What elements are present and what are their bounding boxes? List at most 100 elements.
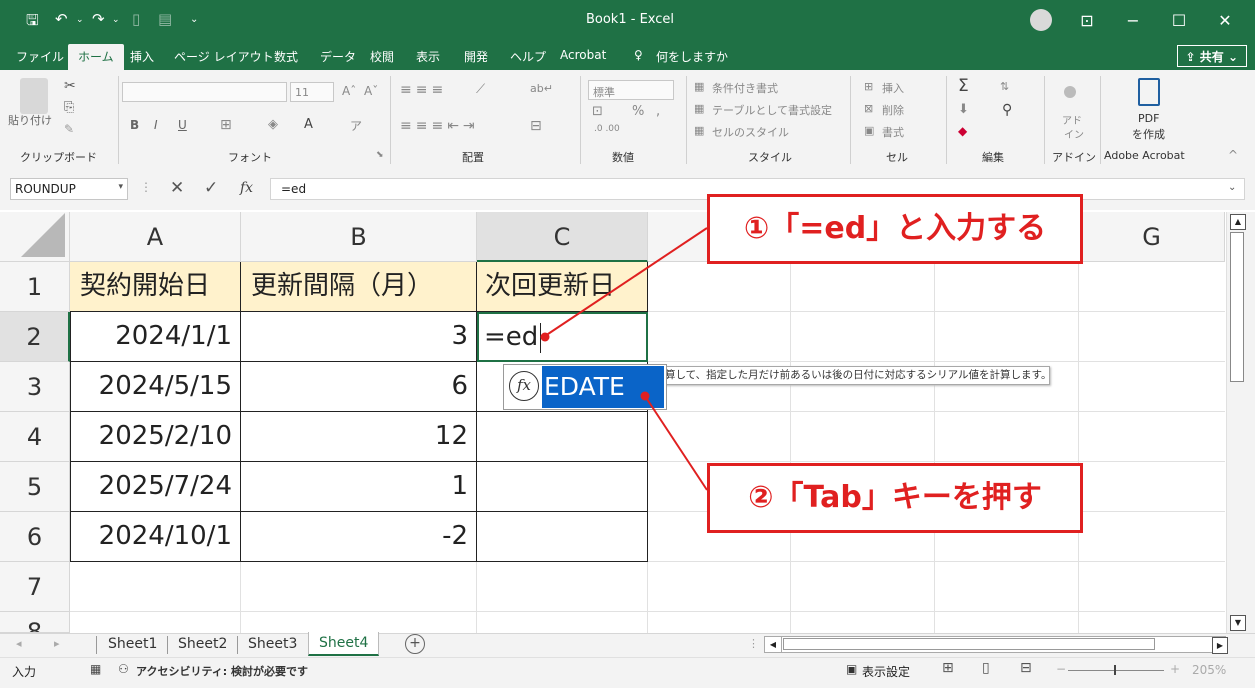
redo-icon[interactable]: ↷ [92, 10, 105, 28]
format-as-table-button[interactable]: テーブルとして書式設定 [712, 102, 832, 118]
tab-split-icon[interactable]: ⋮ [748, 637, 759, 650]
macro-record-icon[interactable]: ▦ [90, 662, 101, 676]
cancel-entry-button[interactable]: ✕ [170, 178, 184, 198]
table-format-icon[interactable]: ▦ [694, 102, 704, 115]
page-layout-view-icon[interactable]: ▯ [982, 660, 990, 676]
select-all-corner[interactable] [0, 212, 70, 262]
row-header-2[interactable]: 2 [0, 312, 70, 362]
row-header-4[interactable]: 4 [0, 412, 70, 462]
cut-icon[interactable]: ✂ [64, 78, 76, 94]
tab-formulas[interactable]: 数式 [274, 48, 298, 65]
form-icon[interactable]: ▤ [158, 10, 172, 28]
column-header-g[interactable]: G [1079, 212, 1225, 262]
zoom-in-icon[interactable]: + [1170, 662, 1180, 676]
tab-acrobat[interactable]: Acrobat [560, 48, 606, 62]
tab-developer[interactable]: 開発 [464, 48, 488, 65]
zoom-level[interactable]: 205% [1192, 663, 1226, 677]
sheet-prev-icon[interactable]: ◂ [16, 637, 22, 650]
copy-icon[interactable]: ⎘ [64, 100, 74, 115]
row-header-6[interactable]: 6 [0, 512, 70, 562]
share-button[interactable]: ⇪ 共有 ⌄ [1176, 45, 1247, 67]
sheet-tab-3[interactable]: Sheet3 [238, 633, 307, 656]
undo-dropdown-icon[interactable]: ⌄ [76, 15, 84, 25]
phonetic-icon[interactable]: ア [350, 117, 362, 134]
cell-styles-icon[interactable]: ▦ [694, 124, 704, 137]
cell-styles-button[interactable]: セルのスタイル [712, 124, 789, 140]
pdf-icon[interactable] [1138, 78, 1160, 106]
tab-data[interactable]: データ [320, 48, 356, 65]
zoom-slider-thumb[interactable] [1114, 665, 1116, 675]
autocomplete-item-edate[interactable]: EDATE [542, 366, 664, 408]
new-file-icon[interactable]: ▯ [132, 10, 140, 28]
tab-home[interactable]: ホーム [68, 44, 124, 70]
tell-me-search[interactable]: 何をしますか [656, 48, 728, 65]
close-button[interactable]: ✕ [1202, 8, 1248, 34]
tab-file[interactable]: ファイル [16, 48, 64, 65]
add-sheet-icon[interactable]: + [405, 634, 425, 654]
delete-cells-icon[interactable]: ⊠ [864, 102, 873, 115]
vertical-scroll-thumb[interactable] [1230, 232, 1244, 382]
decimal-increase-icon[interactable]: .0 .00 [594, 124, 620, 134]
conditional-format-icon[interactable]: ▦ [694, 80, 704, 93]
page-break-view-icon[interactable]: ⊟ [1020, 660, 1032, 676]
row-header-1[interactable]: 1 [0, 262, 70, 312]
percent-button[interactable]: % [632, 104, 644, 119]
merge-center-icon[interactable]: ⊟ [530, 118, 542, 134]
cell-b1[interactable]: 更新間隔（月） [241, 262, 477, 312]
insert-function-button[interactable]: fx [240, 180, 253, 196]
format-cells-button[interactable]: 書式 [882, 124, 904, 140]
format-painter-icon[interactable]: ✎ [64, 122, 74, 136]
cell-b4[interactable]: 12 [241, 412, 477, 462]
paste-icon[interactable] [20, 78, 48, 114]
currency-icon[interactable]: ⊡ [592, 104, 603, 119]
sheet-tab-4-active[interactable]: Sheet4 [308, 632, 380, 656]
scroll-up-icon[interactable]: ▲ [1230, 214, 1246, 230]
row-header-5[interactable]: 5 [0, 462, 70, 512]
ribbon-display-icon[interactable]: ⊡ [1064, 8, 1110, 34]
create-pdf-line1[interactable]: PDF [1138, 112, 1159, 125]
cell-a4[interactable]: 2025/2/10 [70, 412, 241, 462]
cell-a3[interactable]: 2024/5/15 [70, 362, 241, 412]
cell-a2[interactable]: 2024/1/1 [70, 312, 241, 362]
vertical-align-icons[interactable]: ≡≡≡ [400, 82, 447, 98]
sheet-next-icon[interactable]: ▸ [54, 637, 60, 650]
cell-b3[interactable]: 6 [241, 362, 477, 412]
italic-button[interactable]: I [154, 118, 158, 132]
bold-button[interactable]: B [130, 118, 139, 132]
tab-insert[interactable]: 挿入 [130, 48, 154, 65]
name-box[interactable]: ROUNDUP ▾ [10, 178, 128, 200]
increase-font-icon[interactable]: Aˆ [342, 84, 356, 98]
create-pdf-line2[interactable]: を作成 [1132, 126, 1165, 142]
cell-a5[interactable]: 2025/7/24 [70, 462, 241, 512]
insert-cells-icon[interactable]: ⊞ [864, 80, 873, 93]
tab-page-layout[interactable]: ページ レイアウト [174, 48, 274, 65]
zoom-out-icon[interactable]: − [1056, 662, 1066, 676]
tab-view[interactable]: 表示 [416, 48, 440, 65]
account-avatar[interactable] [1030, 9, 1052, 31]
vertical-scrollbar[interactable]: ▲ ▼ [1226, 212, 1255, 633]
undo-icon[interactable]: ↶ [55, 10, 68, 28]
font-size-select[interactable]: 11 [290, 82, 334, 102]
fill-icon[interactable]: ⬇ [958, 102, 969, 117]
scroll-left-icon[interactable]: ◀ [765, 637, 782, 652]
cell-b5[interactable]: 1 [241, 462, 477, 512]
font-color-icon[interactable]: A [304, 117, 313, 132]
column-header-c[interactable]: C [477, 212, 648, 262]
row-header-8[interactable]: 8 [0, 612, 70, 633]
tab-help[interactable]: ヘルプ [510, 48, 546, 65]
tab-review[interactable]: 校閲 [370, 48, 394, 65]
orientation-icon[interactable]: ⟋ [476, 82, 485, 97]
cell-c6[interactable] [477, 512, 648, 562]
number-format-select[interactable]: 標準 [588, 80, 674, 100]
horizontal-scrollbar[interactable]: ◀ [764, 636, 1226, 653]
enter-entry-button[interactable]: ✓ [204, 178, 218, 198]
expand-formula-icon[interactable]: ⌄ [1228, 182, 1236, 193]
cell-c2-active[interactable]: =ed [477, 312, 648, 362]
save-icon[interactable]: 🖫 [26, 10, 39, 35]
wrap-text-icon[interactable]: ab↵ [530, 82, 553, 95]
row-header-7[interactable]: 7 [0, 562, 70, 612]
cell-b6[interactable]: -2 [241, 512, 477, 562]
sheet-tab-1[interactable]: Sheet1 [98, 633, 167, 656]
addins-icon[interactable] [1064, 86, 1076, 98]
cell-c5[interactable] [477, 462, 648, 512]
